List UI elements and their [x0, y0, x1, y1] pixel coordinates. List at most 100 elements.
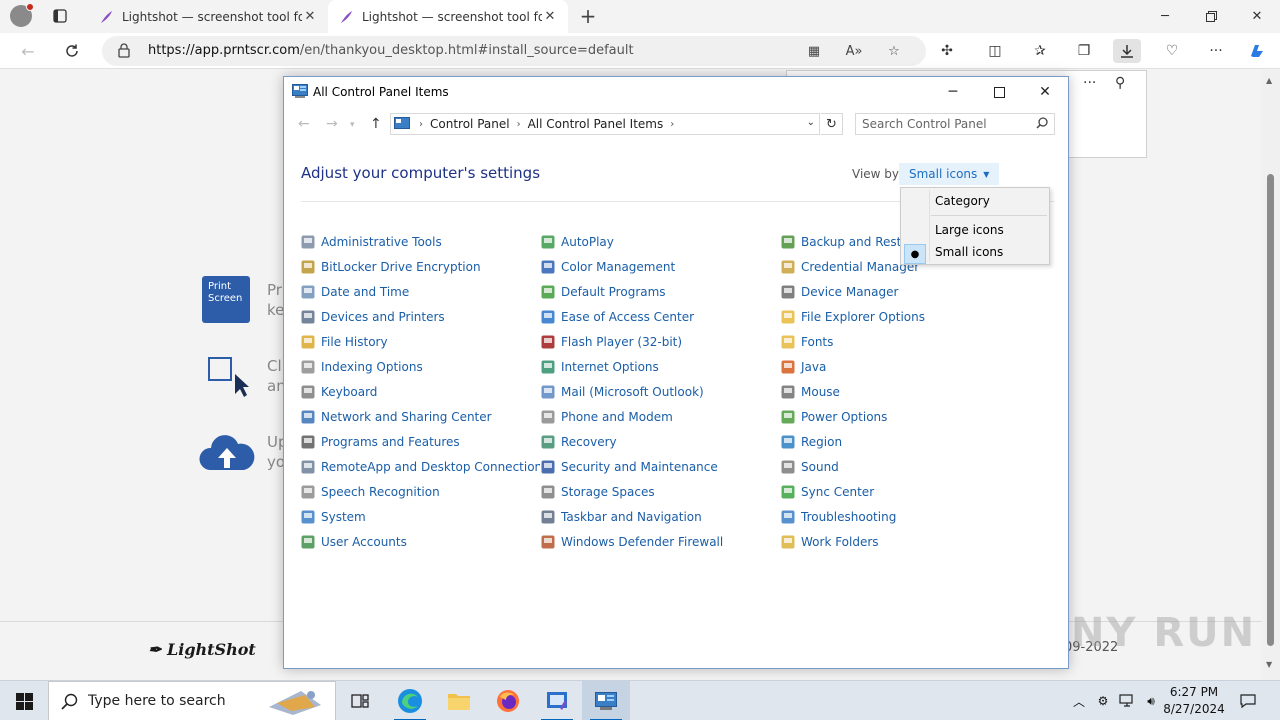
control-panel-item[interactable]: Speech Recognition: [300, 479, 540, 504]
split-screen-icon[interactable]: ◫: [981, 39, 1009, 63]
scrollbar-thumb[interactable]: [1267, 174, 1274, 646]
chevron-right-icon[interactable]: ›: [517, 119, 521, 130]
browser-tab-active[interactable]: Lightshot — screenshot tool for Mac & Wi…: [328, 0, 568, 33]
search-box[interactable]: [855, 113, 1055, 135]
address-bar[interactable]: https://app.prntscr.com/en/thankyou_desk…: [102, 36, 926, 66]
chevron-right-icon[interactable]: ›: [419, 119, 423, 130]
taskbar-search[interactable]: [48, 681, 336, 720]
control-panel-item[interactable]: Network and Sharing Center: [300, 404, 540, 429]
control-panel-item[interactable]: BitLocker Drive Encryption: [300, 254, 540, 279]
recent-locations-chevron-icon[interactable]: ▾: [350, 120, 355, 130]
control-panel-item[interactable]: File History: [300, 329, 540, 354]
control-panel-item[interactable]: System: [300, 504, 540, 529]
extensions-puzzle-icon[interactable]: ✣: [933, 39, 961, 63]
forward-arrow-icon[interactable]: →: [326, 116, 338, 132]
copilot-icon[interactable]: [1243, 39, 1271, 63]
control-panel-item[interactable]: Power Options: [780, 404, 1020, 429]
restore-icon[interactable]: [1188, 0, 1234, 33]
control-panel-item[interactable]: Region: [780, 429, 1020, 454]
close-tab-icon[interactable]: ✕: [542, 9, 558, 24]
control-panel-taskbar-icon[interactable]: [582, 681, 630, 720]
control-panel-item[interactable]: Mail (Microsoft Outlook): [540, 379, 780, 404]
control-panel-item[interactable]: Devices and Printers: [300, 304, 540, 329]
control-panel-item[interactable]: RemoteApp and Desktop Connections: [300, 454, 540, 479]
lock-icon[interactable]: [118, 43, 130, 61]
scroll-up-arrow-icon[interactable]: ▲: [1266, 76, 1272, 85]
control-panel-item[interactable]: AutoPlay: [540, 229, 780, 254]
up-arrow-icon[interactable]: ↑: [370, 116, 382, 132]
taskbar-clock[interactable]: 6:27 PM 8/27/2024: [1158, 684, 1230, 718]
chevron-down-icon[interactable]: ⌄: [807, 117, 815, 128]
downloads-icon[interactable]: [1113, 39, 1141, 63]
search-icon[interactable]: [1036, 117, 1048, 132]
refresh-icon[interactable]: ↻: [821, 113, 843, 135]
control-panel-item[interactable]: Java: [780, 354, 1020, 379]
control-panel-item[interactable]: Device Manager: [780, 279, 1020, 304]
control-panel-item[interactable]: User Accounts: [300, 529, 540, 554]
notifications-icon[interactable]: [1236, 681, 1260, 720]
control-panel-item[interactable]: Keyboard: [300, 379, 540, 404]
task-view-icon[interactable]: [336, 681, 384, 720]
close-window-icon[interactable]: ✕: [1234, 0, 1280, 33]
control-panel-item[interactable]: File Explorer Options: [780, 304, 1020, 329]
control-panel-item[interactable]: Flash Player (32-bit): [540, 329, 780, 354]
control-panel-item[interactable]: Windows Defender Firewall: [540, 529, 780, 554]
control-panel-item[interactable]: Storage Spaces: [540, 479, 780, 504]
search-input[interactable]: [862, 117, 1032, 131]
firefox-icon[interactable]: [484, 681, 532, 720]
network-icon[interactable]: [1117, 681, 1137, 720]
view-by-dropdown[interactable]: Small icons ▼: [899, 163, 1000, 185]
chevron-up-icon[interactable]: ︿: [1069, 681, 1089, 720]
control-panel-item[interactable]: Troubleshooting: [780, 504, 1020, 529]
edge-browser-icon[interactable]: [386, 681, 434, 720]
chevron-right-icon[interactable]: ›: [670, 119, 674, 130]
new-tab-plus-icon[interactable]: +: [576, 4, 600, 28]
window-titlebar[interactable]: All Control Panel Items ─ ✕: [284, 77, 1068, 107]
browser-tab[interactable]: Lightshot — screenshot tool for Mac & Wi…: [88, 0, 328, 33]
more-menu-icon[interactable]: ···: [1202, 39, 1230, 63]
more-options-icon[interactable]: ···: [1083, 75, 1096, 91]
breadcrumb-control-panel[interactable]: Control Panel: [430, 117, 510, 131]
back-arrow-icon[interactable]: ←: [298, 116, 310, 132]
lightshot-logo[interactable]: ✒ LightShot: [148, 640, 256, 659]
favorites-icon[interactable]: ✰: [1026, 39, 1054, 63]
minimize-icon[interactable]: ─: [1142, 0, 1188, 33]
file-explorer-icon[interactable]: [435, 681, 483, 720]
control-panel-item[interactable]: Work Folders: [780, 529, 1020, 554]
breadcrumb-all-items[interactable]: All Control Panel Items: [528, 117, 664, 131]
control-panel-item[interactable]: Color Management: [540, 254, 780, 279]
control-panel-item[interactable]: Default Programs: [540, 279, 780, 304]
browser-essentials-icon[interactable]: ♡: [1158, 39, 1186, 63]
control-panel-item[interactable]: Date and Time: [300, 279, 540, 304]
control-panel-item[interactable]: Recovery: [540, 429, 780, 454]
control-panel-item[interactable]: Administrative Tools: [300, 229, 540, 254]
control-panel-item[interactable]: Fonts: [780, 329, 1020, 354]
menu-item-large-icons[interactable]: Large icons: [903, 219, 1047, 241]
control-panel-item[interactable]: Sync Center: [780, 479, 1020, 504]
control-panel-item[interactable]: Taskbar and Navigation: [540, 504, 780, 529]
profile-avatar[interactable]: [10, 3, 34, 27]
control-panel-item[interactable]: Sound: [780, 454, 1020, 479]
pin-icon[interactable]: ⚲: [1115, 75, 1125, 91]
favorite-star-icon[interactable]: ☆: [885, 43, 903, 59]
taskbar-search-input[interactable]: [88, 693, 278, 709]
page-scrollbar[interactable]: ▲ ▼: [1262, 70, 1280, 680]
control-panel-item[interactable]: Phone and Modem: [540, 404, 780, 429]
control-panel-item[interactable]: Ease of Access Center: [540, 304, 780, 329]
minimize-icon[interactable]: ─: [930, 77, 976, 107]
control-panel-item[interactable]: Mouse: [780, 379, 1020, 404]
scroll-down-arrow-icon[interactable]: ▼: [1266, 660, 1272, 669]
lightshot-app-icon[interactable]: [533, 681, 581, 720]
tab-actions-icon[interactable]: [50, 6, 70, 26]
control-panel-item[interactable]: Indexing Options: [300, 354, 540, 379]
breadcrumb[interactable]: › Control Panel › All Control Panel Item…: [390, 113, 820, 135]
back-arrow-icon[interactable]: ←: [15, 39, 41, 63]
windows-start-icon[interactable]: [0, 681, 48, 720]
control-panel-item[interactable]: Programs and Features: [300, 429, 540, 454]
device-icon[interactable]: ⚙: [1094, 681, 1112, 720]
close-window-icon[interactable]: ✕: [1022, 77, 1068, 107]
control-panel-item[interactable]: Internet Options: [540, 354, 780, 379]
menu-item-small-icons[interactable]: Small icons: [903, 241, 1047, 263]
reload-icon[interactable]: [59, 39, 85, 63]
control-panel-item[interactable]: Security and Maintenance: [540, 454, 780, 479]
